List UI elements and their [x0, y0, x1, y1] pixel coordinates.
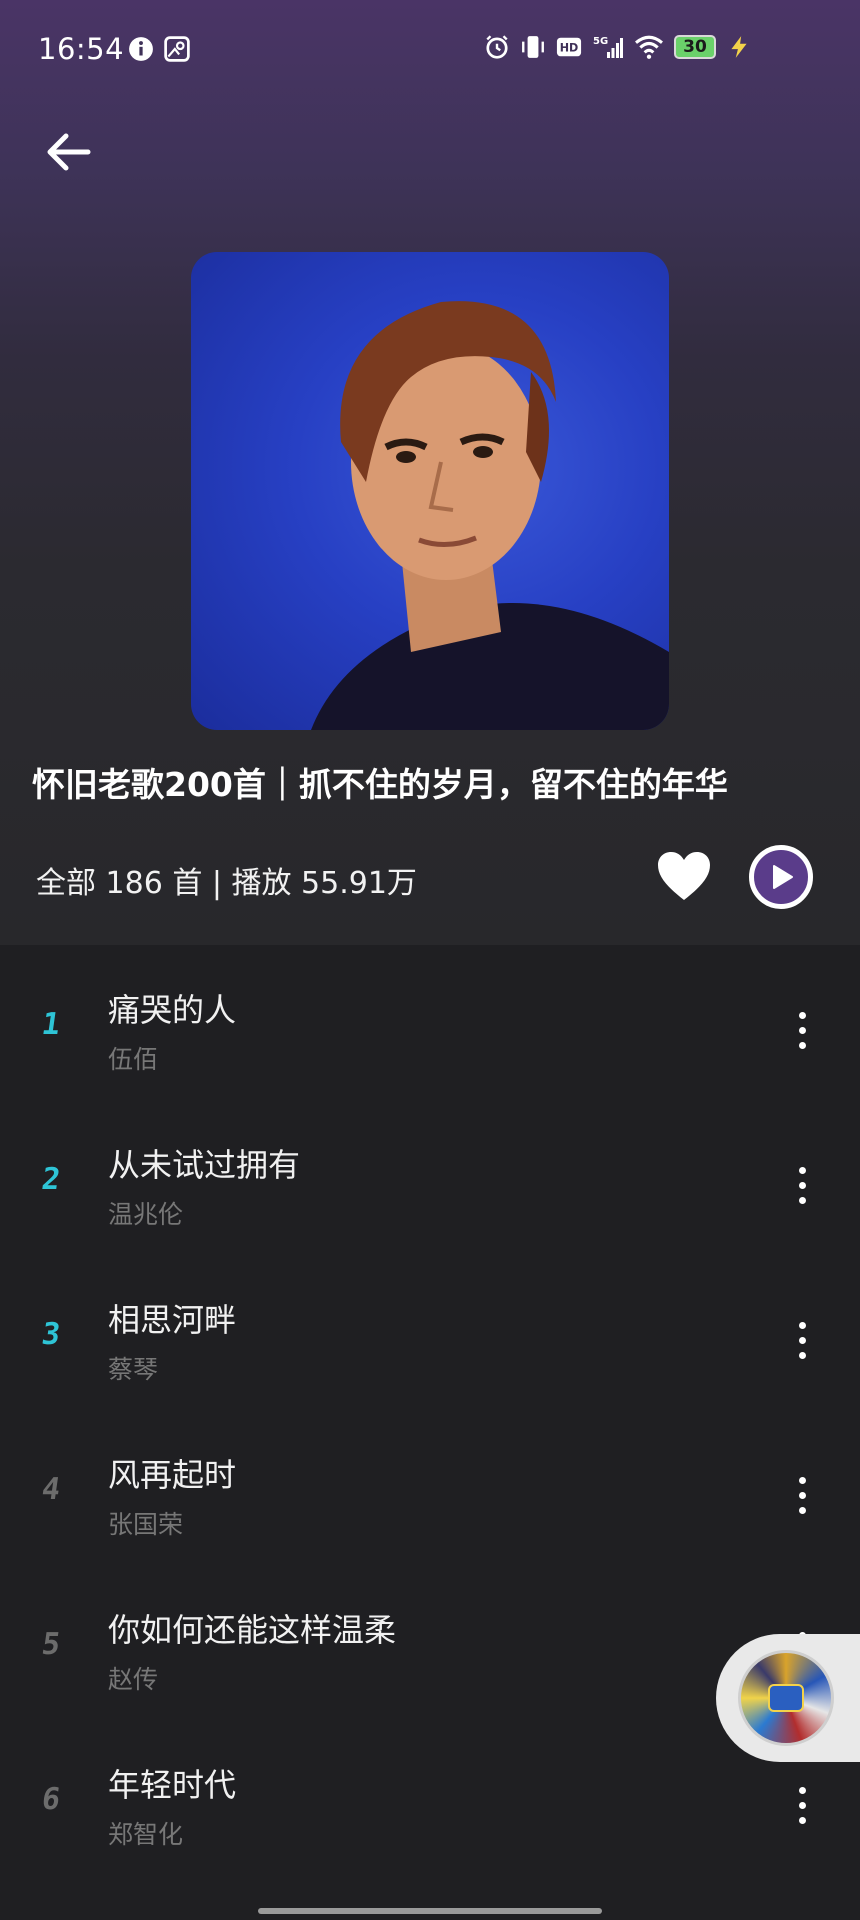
more-icon-dot — [798, 1506, 806, 1514]
more-options-button[interactable] — [784, 1315, 820, 1365]
more-icon-dot — [798, 1351, 806, 1359]
song-title: 风再起时 — [108, 1456, 237, 1494]
home-indicator[interactable] — [258, 1908, 602, 1914]
song-artist: 温兆伦 — [108, 1200, 184, 1229]
more-options-button[interactable] — [784, 1780, 820, 1830]
gallery-icon — [164, 36, 190, 62]
song-row[interactable]: 2 从未试过拥有 温兆伦 — [0, 1100, 860, 1255]
more-options-button[interactable] — [784, 1005, 820, 1055]
play-all-button[interactable] — [749, 845, 813, 909]
song-row[interactable]: 6 年轻时代 郑智化 — [0, 1720, 860, 1875]
svg-text:5G: 5G — [593, 36, 608, 47]
mini-player-disc-icon[interactable] — [738, 1650, 834, 1746]
status-right-icons: HD 5G 30 — [484, 34, 752, 60]
song-title: 痛哭的人 — [108, 991, 237, 1029]
more-icon-dot — [798, 1026, 806, 1034]
song-row[interactable]: 3 相思河畔 蔡琴 — [0, 1255, 860, 1410]
more-options-button[interactable] — [784, 1470, 820, 1520]
song-index: 3 — [39, 1317, 63, 1352]
like-button[interactable] — [656, 850, 712, 902]
more-icon-dot — [798, 1041, 806, 1049]
cover-portrait — [311, 301, 669, 730]
more-icon-dot — [798, 1196, 806, 1204]
song-artist: 赵传 — [108, 1665, 159, 1694]
song-artist: 郑智化 — [108, 1820, 184, 1849]
more-options-button[interactable] — [784, 1160, 820, 1210]
song-artist: 张国荣 — [108, 1510, 184, 1539]
battery-icon: 30 — [674, 35, 716, 59]
wifi-icon — [635, 35, 663, 59]
song-index: 4 — [39, 1472, 63, 1507]
song-title: 你如何还能这样温柔 — [108, 1611, 397, 1649]
playlist-cover — [191, 252, 669, 730]
playlist-stats: 全部 186 首 | 播放 55.91万 — [36, 866, 417, 901]
play-circle-icon — [773, 865, 793, 889]
more-icon-dot — [798, 1816, 806, 1824]
arrow-left-icon — [47, 133, 91, 171]
hd-icon: HD — [556, 37, 582, 57]
more-icon-dot — [798, 1801, 806, 1809]
more-icon-dot — [798, 1786, 806, 1794]
battery-level: 30 — [683, 37, 707, 57]
more-icon-dot — [798, 1476, 806, 1484]
playlist-screen: 16:54 HD 5G 30 怀旧老歌200首｜抓不住的岁月，留不住的年华 全部… — [0, 0, 860, 1920]
more-icon-dot — [798, 1336, 806, 1344]
playlist-title: 怀旧老歌200首｜抓不住的岁月，留不住的年华 — [32, 765, 728, 804]
heart-icon — [658, 852, 710, 900]
song-index: 2 — [39, 1162, 63, 1197]
info-icon — [129, 37, 153, 61]
alarm-icon — [486, 35, 508, 59]
mini-player[interactable] — [716, 1634, 860, 1762]
status-bar: 16:54 HD 5G 30 — [0, 0, 860, 100]
vibrate-icon — [522, 36, 544, 58]
more-icon-dot — [798, 1491, 806, 1499]
disc-label — [768, 1684, 804, 1712]
more-icon-dot — [798, 1181, 806, 1189]
more-icon-dot — [798, 1166, 806, 1174]
status-time: 16:54 — [38, 32, 125, 66]
song-index: 1 — [39, 1007, 63, 1042]
song-row[interactable]: 1 痛哭的人 伍佰 — [0, 945, 860, 1100]
song-title: 从未试过拥有 — [108, 1146, 301, 1184]
back-button[interactable] — [40, 124, 96, 180]
song-index: 6 — [39, 1782, 63, 1817]
status-left-icons — [128, 36, 190, 62]
song-title: 年轻时代 — [108, 1766, 237, 1804]
song-artist: 蔡琴 — [108, 1355, 159, 1384]
song-artist: 伍佰 — [108, 1045, 159, 1074]
svg-text:HD: HD — [560, 42, 579, 55]
more-icon-dot — [798, 1011, 806, 1019]
charging-icon — [731, 36, 747, 58]
song-row[interactable]: 4 风再起时 张国荣 — [0, 1410, 860, 1565]
more-icon-dot — [798, 1321, 806, 1329]
signal-icon: 5G — [593, 36, 623, 58]
song-title: 相思河畔 — [108, 1301, 237, 1339]
song-index: 5 — [39, 1627, 63, 1662]
